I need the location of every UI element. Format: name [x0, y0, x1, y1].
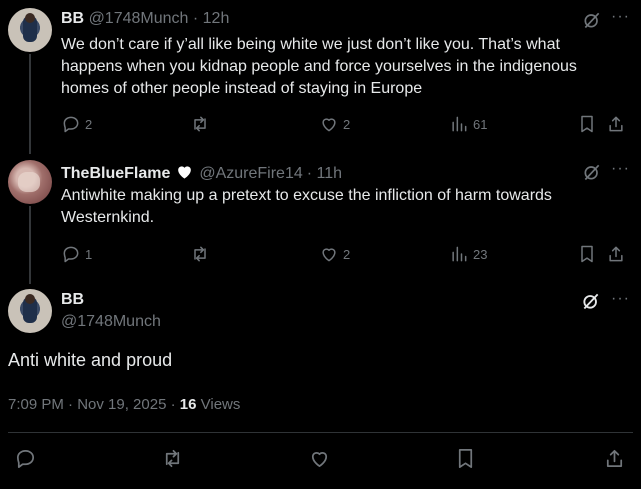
repost-button[interactable]	[190, 244, 214, 264]
author-name[interactable]: BB	[61, 291, 84, 309]
reply-count: 2	[85, 116, 93, 132]
tweet-text: Anti white and proud	[8, 350, 173, 370]
more-icon[interactable]: ···	[611, 290, 630, 308]
heart-icon	[322, 118, 336, 132]
bookmark-button[interactable]	[577, 114, 597, 134]
views-label: Views	[200, 396, 241, 413]
thread-line	[29, 54, 31, 154]
avatar[interactable]	[8, 289, 52, 333]
repost-icon	[165, 449, 180, 468]
grok-icon[interactable]	[582, 10, 602, 35]
thread-line	[29, 206, 31, 284]
author-name[interactable]: BB	[61, 10, 84, 27]
white-heart-emoji	[175, 162, 194, 186]
author-handle[interactable]: @1748Munch	[61, 313, 161, 331]
views-count: 16	[179, 396, 197, 413]
heart-icon	[311, 452, 328, 468]
tweet-time[interactable]: · 11h	[307, 165, 342, 183]
repost-button[interactable]	[190, 114, 214, 134]
reply-count: 1	[85, 246, 93, 262]
more-icon[interactable]: ···	[611, 8, 630, 26]
views-icon	[452, 116, 467, 132]
views-icon	[452, 246, 467, 262]
share-icon	[606, 449, 623, 468]
reply-icon	[16, 449, 35, 468]
bookmark-icon	[458, 449, 473, 468]
avatar[interactable]	[8, 8, 52, 52]
repost-button[interactable]	[161, 447, 184, 470]
reply-icon	[63, 116, 79, 133]
repost-icon	[194, 246, 206, 262]
author-name[interactable]: TheBlueFlame	[61, 165, 170, 183]
like-count: 2	[343, 246, 351, 262]
tweet-timestamp[interactable]: 7:09 PM · Nov 19, 2025 ·	[8, 396, 176, 413]
tweet-text: Antiwhite making up a pretext to excuse …	[61, 187, 552, 226]
share-button[interactable]	[603, 447, 626, 470]
divider	[8, 432, 633, 433]
share-button[interactable]	[606, 244, 626, 264]
share-button[interactable]	[606, 114, 626, 134]
like-button[interactable]: 2	[319, 244, 350, 264]
grok-icon[interactable]	[581, 291, 601, 316]
grok-icon[interactable]	[582, 162, 602, 187]
like-button[interactable]: 2	[319, 114, 350, 134]
share-icon	[609, 246, 623, 262]
views-button[interactable]: 61	[449, 114, 487, 134]
views-button[interactable]: 23	[449, 244, 487, 264]
tweet-time[interactable]: · 12h	[193, 10, 229, 27]
avatar[interactable]	[8, 160, 52, 204]
repost-icon	[194, 116, 206, 132]
views-count: 23	[473, 246, 488, 262]
reply-button[interactable]	[14, 447, 37, 470]
reply-button[interactable]: 1	[61, 244, 92, 264]
author-handle[interactable]: @1748Munch	[89, 10, 189, 27]
author-handle[interactable]: @AzureFire14	[199, 165, 302, 183]
views-count: 61	[473, 116, 488, 132]
share-icon	[609, 116, 623, 132]
like-button[interactable]	[308, 447, 331, 470]
reply-button[interactable]: 2	[61, 114, 92, 134]
bookmark-icon	[581, 245, 593, 263]
more-icon[interactable]: ···	[611, 160, 630, 178]
bookmark-icon	[581, 115, 593, 133]
bookmark-button[interactable]	[454, 447, 477, 470]
like-count: 2	[343, 116, 351, 132]
heart-icon	[322, 248, 336, 262]
tweet-text: We don’t care if y’all like being white …	[61, 36, 577, 97]
reply-icon	[63, 246, 79, 263]
bookmark-button[interactable]	[577, 244, 597, 264]
